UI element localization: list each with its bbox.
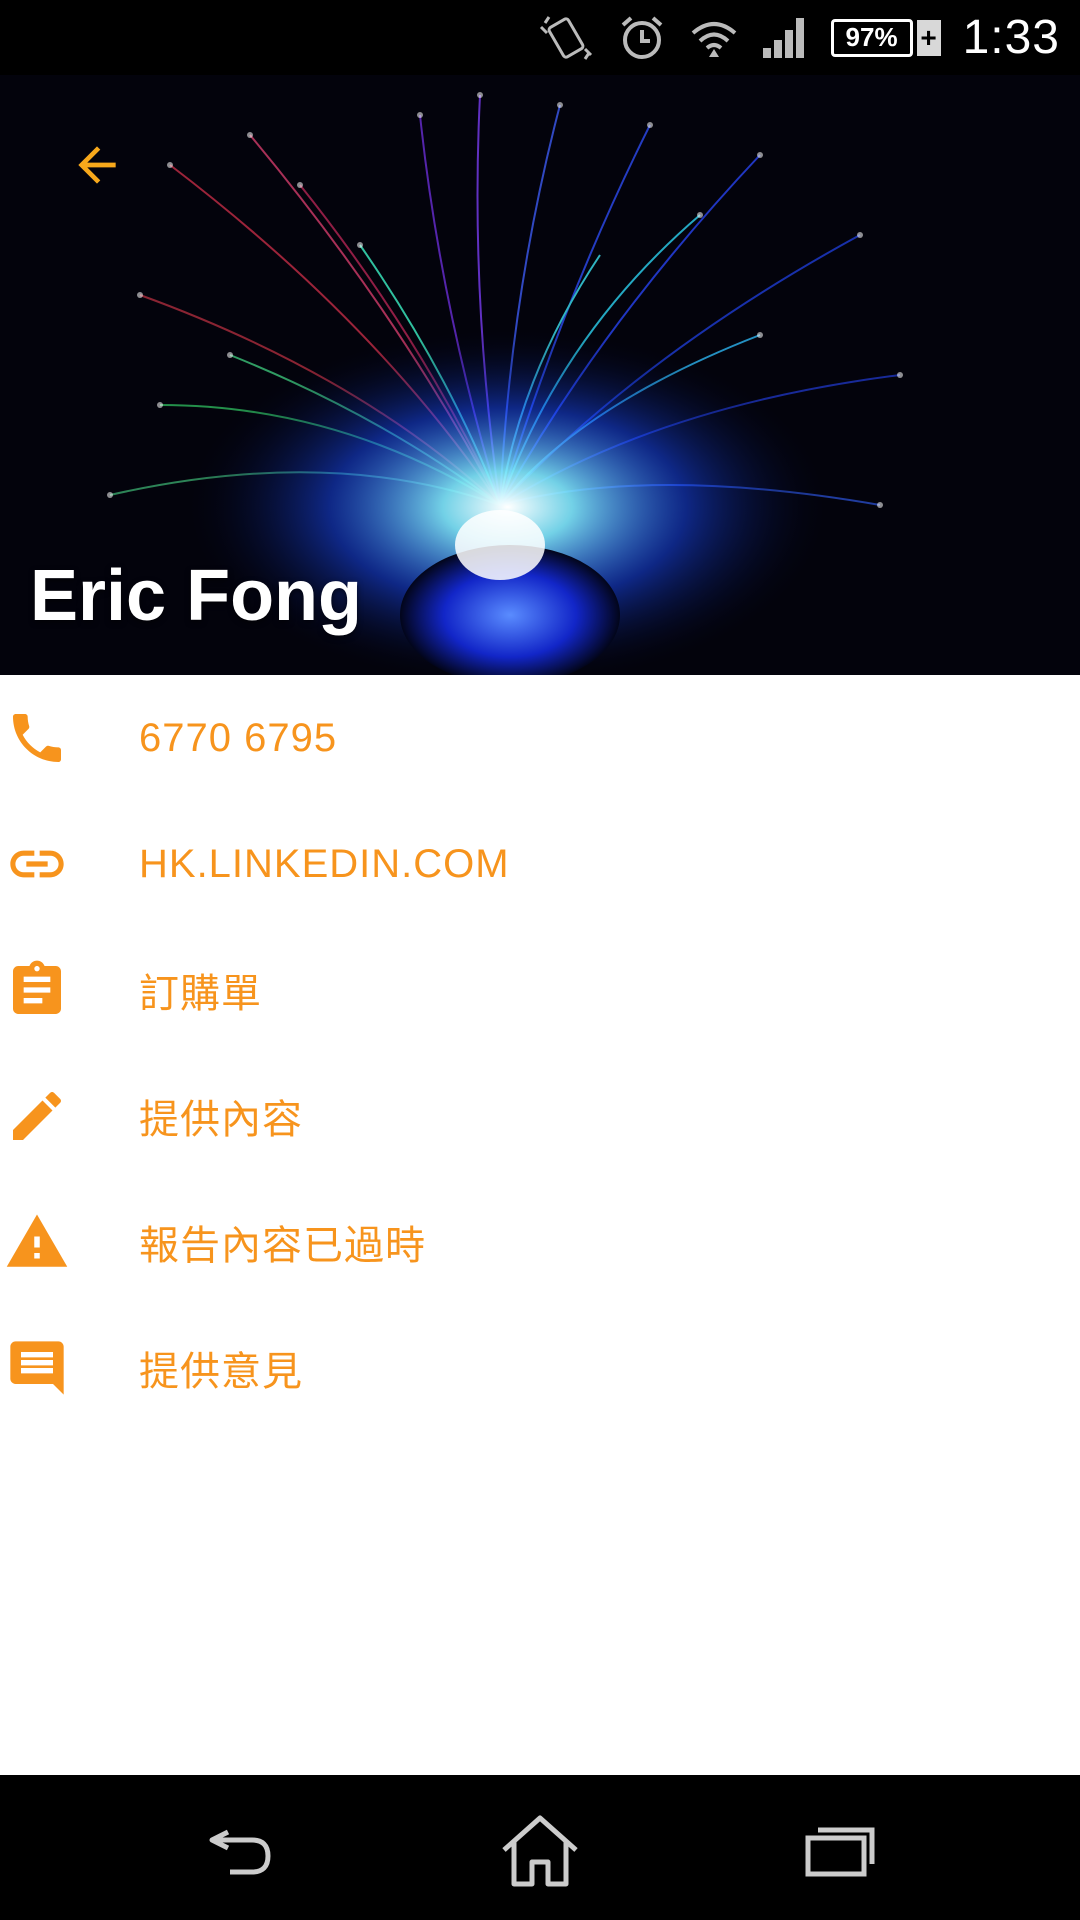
- nav-home-icon: [502, 1815, 578, 1887]
- report-outdated-label: 報告內容已過時: [139, 1224, 426, 1268]
- feedback-row[interactable]: 提供意見: [0, 1305, 1080, 1431]
- report-outdated-row[interactable]: 報告內容已過時: [0, 1179, 1080, 1305]
- battery-percent: 97%: [830, 18, 913, 57]
- battery-icon: 97% +: [830, 18, 941, 57]
- nav-back-button[interactable]: [180, 1805, 300, 1895]
- nav-recents-button[interactable]: [780, 1805, 900, 1895]
- clipboard-icon: [4, 957, 70, 1023]
- signal-icon: [761, 16, 809, 60]
- nav-home-button[interactable]: [480, 1805, 600, 1895]
- provide-content-label: 提供內容: [139, 1098, 303, 1142]
- phone-row[interactable]: 6770 6795: [0, 675, 1080, 801]
- feedback-label: 提供意見: [139, 1350, 303, 1394]
- status-bar: 97% + 1:33: [0, 0, 1080, 75]
- order-form-label: 訂購單: [139, 972, 262, 1016]
- warning-icon: [4, 1209, 70, 1275]
- message-icon: [4, 1335, 70, 1401]
- status-clock: 1:33: [962, 11, 1060, 64]
- pencil-icon: [4, 1083, 70, 1149]
- contact-info-list: 6770 6795 HK.LINKEDIN.COM 訂購單 提供內容 報告內容已…: [0, 675, 1080, 1431]
- website-link: HK.LINKEDIN.COM: [139, 841, 510, 886]
- phone-number: 6770 6795: [139, 715, 338, 760]
- alarm-icon: [617, 13, 667, 63]
- order-form-row[interactable]: 訂購單: [0, 927, 1080, 1053]
- back-button[interactable]: [62, 130, 132, 200]
- profile-name: Eric Fong: [30, 556, 363, 636]
- website-row[interactable]: HK.LINKEDIN.COM: [0, 801, 1080, 927]
- profile-header: Eric Fong: [0, 75, 1080, 675]
- battery-charging-indicator: +: [916, 19, 941, 56]
- wifi-icon: [689, 15, 739, 61]
- link-icon: [4, 831, 70, 897]
- provide-content-row[interactable]: 提供內容: [0, 1053, 1080, 1179]
- nav-back-icon: [209, 1829, 271, 1875]
- arrow-back-icon: [78, 146, 116, 184]
- system-nav-bar: [0, 1775, 1080, 1920]
- phone-icon: [4, 705, 70, 771]
- contact-detail-screen: 97% + 1:33 Eric Fong 6770 6795 HK.LINKED…: [0, 0, 1080, 1920]
- vibrate-icon: [539, 13, 595, 63]
- nav-recents-icon: [805, 1827, 875, 1877]
